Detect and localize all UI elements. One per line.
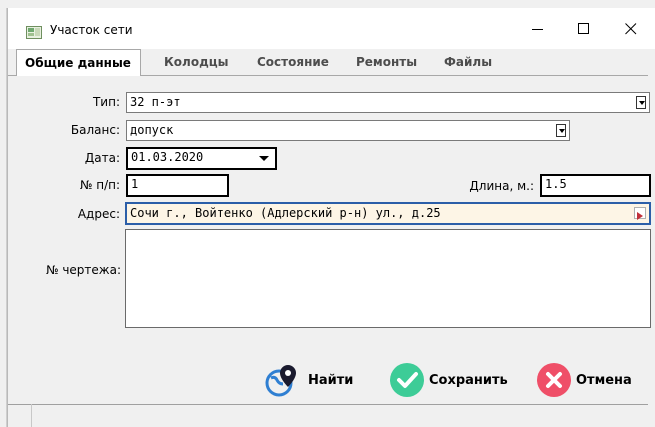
balance-select[interactable]: допуск <box>126 120 570 141</box>
number-input[interactable]: 1 <box>126 174 229 197</box>
minimize-button[interactable] <box>515 8 561 49</box>
maximize-icon <box>578 22 589 34</box>
map-pin-globe-icon <box>265 365 296 397</box>
find-button[interactable]: Найти <box>262 358 353 402</box>
date-picker[interactable]: 01.03.2020 <box>126 147 277 170</box>
address-picker-button[interactable] <box>634 207 646 220</box>
left-background-strip <box>0 8 7 427</box>
arrow-right-icon <box>637 212 643 220</box>
tab-strip: Общие данные Колодцы Состояние Ремонты Ф… <box>8 49 648 76</box>
drawing-label: № чертежа: <box>46 263 121 277</box>
address-value: Сочи г., Войтенко (Адлерский р-н) ул., д… <box>130 206 441 220</box>
balance-label: Баланс: <box>70 123 120 137</box>
tab-files[interactable]: Файлы <box>444 55 492 69</box>
cancel-button[interactable]: Отмена <box>536 358 632 402</box>
minimize-icon <box>532 28 543 30</box>
type-select[interactable]: 32 п-эт <box>126 92 650 113</box>
length-input[interactable]: 1.5 <box>540 174 651 197</box>
window-title: Участок сети <box>50 23 133 37</box>
cancel-label: Отмена <box>576 372 632 388</box>
balance-value: допуск <box>130 123 174 137</box>
close-icon <box>625 22 637 34</box>
status-bar-divider <box>31 404 32 427</box>
find-label: Найти <box>308 372 354 388</box>
dropdown-arrow-icon[interactable] <box>259 156 269 161</box>
tab-condition[interactable]: Состояние <box>257 55 329 69</box>
number-label: № п/п: <box>79 178 120 192</box>
check-circle-icon <box>390 363 424 397</box>
number-value: 1 <box>131 177 139 191</box>
save-label: Сохранить <box>429 372 508 388</box>
type-value: 32 п-эт <box>130 95 181 109</box>
date-label: Дата: <box>84 151 120 165</box>
drawing-textarea[interactable] <box>125 229 651 328</box>
date-value: 01.03.2020 <box>131 150 204 164</box>
status-bar <box>8 404 648 427</box>
tab-general[interactable]: Общие данные <box>16 49 141 76</box>
save-button[interactable]: Сохранить <box>389 358 508 402</box>
maximize-button[interactable] <box>561 8 607 49</box>
address-input[interactable]: Сочи г., Войтенко (Адлерский р-н) ул., д… <box>125 202 651 225</box>
length-value: 1.5 <box>545 177 567 191</box>
address-label: Адрес: <box>77 207 120 221</box>
tab-wells[interactable]: Колодцы <box>164 55 229 69</box>
title-bar: Участок сети <box>8 8 655 49</box>
close-button[interactable] <box>608 8 654 49</box>
chevron-down-icon[interactable] <box>556 124 566 137</box>
type-label: Тип: <box>92 95 120 109</box>
tab-repairs[interactable]: Ремонты <box>356 55 417 69</box>
folder-map-icon <box>26 24 42 39</box>
x-circle-icon <box>537 363 571 397</box>
chevron-down-icon[interactable] <box>636 96 646 109</box>
length-label: Длина, м.: <box>469 179 534 193</box>
